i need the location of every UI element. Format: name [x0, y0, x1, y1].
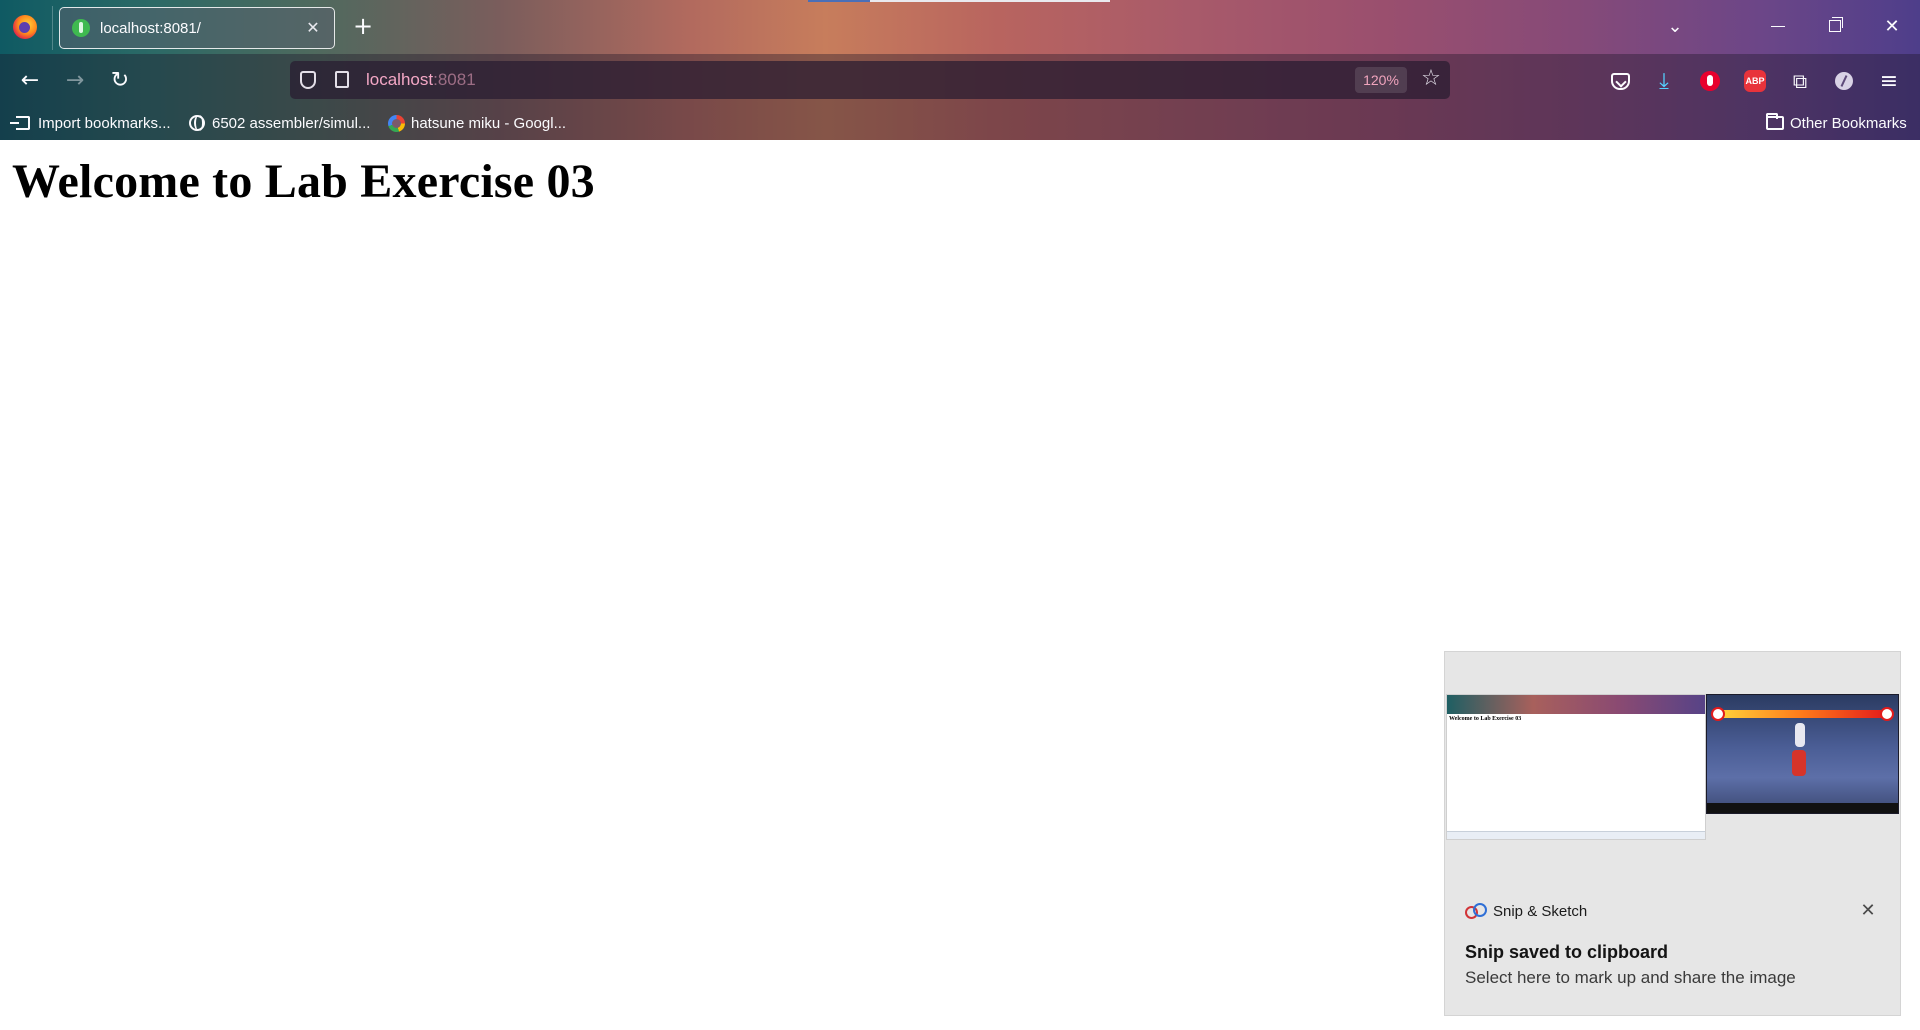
- url-port: :8081: [433, 70, 476, 89]
- preview-screenshot-browser: Welcome to Lab Exercise 03: [1446, 694, 1706, 840]
- bookmark-label: Import bookmarks...: [38, 114, 171, 132]
- download-icon[interactable]: ⤓: [1650, 67, 1678, 95]
- zoom-level-button[interactable]: 120%: [1355, 67, 1407, 93]
- ublock-hand-icon[interactable]: [1696, 67, 1724, 95]
- bookmark-hatsune-miku[interactable]: hatsune miku - Googl...: [387, 113, 566, 133]
- bookmark-label: 6502 assembler/simul...: [212, 114, 371, 132]
- navigation-toolbar: ← → ↻ localhost:8081 120% ☆ ⤓ ABP ⧉ ≡: [0, 54, 1920, 106]
- folder-icon: [1766, 113, 1784, 132]
- other-bookmarks[interactable]: Other Bookmarks: [1766, 113, 1907, 133]
- bookmark-6502-assembler[interactable]: 6502 assembler/simul...: [188, 113, 370, 133]
- globe-icon: [188, 114, 206, 132]
- firefox-logo-icon[interactable]: [13, 15, 37, 39]
- preview-player-badge: [1711, 707, 1725, 721]
- restore-icon: [1829, 17, 1843, 32]
- title-bar-accent: [808, 0, 870, 2]
- preview-fighter: [1792, 750, 1806, 776]
- minimize-icon: [1771, 25, 1785, 27]
- google-icon: [387, 114, 405, 132]
- menu-icon[interactable]: ≡: [1875, 67, 1903, 95]
- snip-sketch-notification[interactable]: Welcome to Lab Exercise 03 Snip & Sketch…: [1445, 652, 1900, 1015]
- preview-enemy-badge: [1880, 707, 1894, 721]
- minimize-button[interactable]: [1758, 8, 1798, 44]
- feather-icon[interactable]: [1830, 67, 1858, 95]
- url-bar[interactable]: localhost:8081 120% ☆: [290, 61, 1450, 99]
- tab-strip: localhost:8081/ ✕ + ⌄ ✕: [0, 0, 1920, 54]
- back-button[interactable]: ←: [14, 64, 46, 96]
- restore-button[interactable]: [1815, 8, 1855, 44]
- feather-shape: [1835, 72, 1853, 90]
- toast-heading: Snip saved to clipboard: [1465, 942, 1669, 962]
- toast-close-icon[interactable]: ✕: [1856, 898, 1880, 922]
- other-bookmarks-label: Other Bookmarks: [1790, 114, 1907, 132]
- tracking-protection-shield-icon[interactable]: [300, 71, 316, 89]
- tab-separator: [52, 6, 53, 50]
- snip-preview[interactable]: Welcome to Lab Exercise 03: [1445, 694, 1900, 842]
- new-tab-button[interactable]: +: [349, 12, 377, 40]
- browser-chrome: localhost:8081/ ✕ + ⌄ ✕ ← → ↻ localhost:…: [0, 0, 1920, 140]
- preview-taskbar: [1447, 831, 1705, 839]
- preview-screenshot-game: [1706, 694, 1899, 814]
- tab-localhost[interactable]: localhost:8081/ ✕: [59, 7, 335, 49]
- window-close-button[interactable]: ✕: [1872, 8, 1912, 44]
- reload-button[interactable]: ↻: [104, 64, 136, 96]
- preview-fighter: [1795, 723, 1805, 747]
- bookmarks-bar: Import bookmarks... 6502 assembler/simul…: [0, 106, 1920, 140]
- hand-shape: [1700, 71, 1720, 91]
- adblock-plus-icon[interactable]: ABP: [1741, 67, 1769, 95]
- preview-browser-bar: [1447, 695, 1705, 714]
- url-host: localhost: [366, 70, 434, 89]
- tab-title: localhost:8081/: [100, 19, 201, 37]
- page-info-icon[interactable]: [335, 71, 349, 88]
- url-text[interactable]: localhost:8081: [366, 70, 476, 90]
- preview-page-title: Welcome to Lab Exercise 03: [1449, 716, 1522, 722]
- tab-list-chevron-down-icon[interactable]: ⌄: [1655, 8, 1695, 44]
- pocket-icon[interactable]: [1606, 67, 1634, 95]
- toast-app-header: Snip & Sketch: [1465, 902, 1587, 920]
- title-bar-accent: [870, 0, 1110, 2]
- bookmark-star-icon[interactable]: ☆: [1418, 66, 1444, 92]
- extensions-icon[interactable]: ⧉: [1786, 67, 1814, 95]
- preview-floor: [1707, 803, 1898, 813]
- toast-app-name: Snip & Sketch: [1493, 902, 1588, 920]
- toast-body: Select here to mark up and share the ima…: [1465, 968, 1796, 987]
- abp-shape: ABP: [1744, 70, 1766, 92]
- bookmark-label: hatsune miku - Googl...: [411, 114, 567, 132]
- tab-close-icon[interactable]: ✕: [302, 17, 324, 39]
- tab-favicon-icon: [72, 19, 90, 37]
- pocket-shape: [1610, 72, 1630, 90]
- bookmark-import[interactable]: Import bookmarks...: [10, 113, 171, 133]
- page-title: Welcome to Lab Exercise 03: [12, 155, 595, 208]
- import-icon: [10, 114, 32, 132]
- snip-sketch-icon: [1465, 902, 1487, 920]
- forward-button[interactable]: →: [59, 64, 91, 96]
- preview-health-bar: [1717, 710, 1887, 718]
